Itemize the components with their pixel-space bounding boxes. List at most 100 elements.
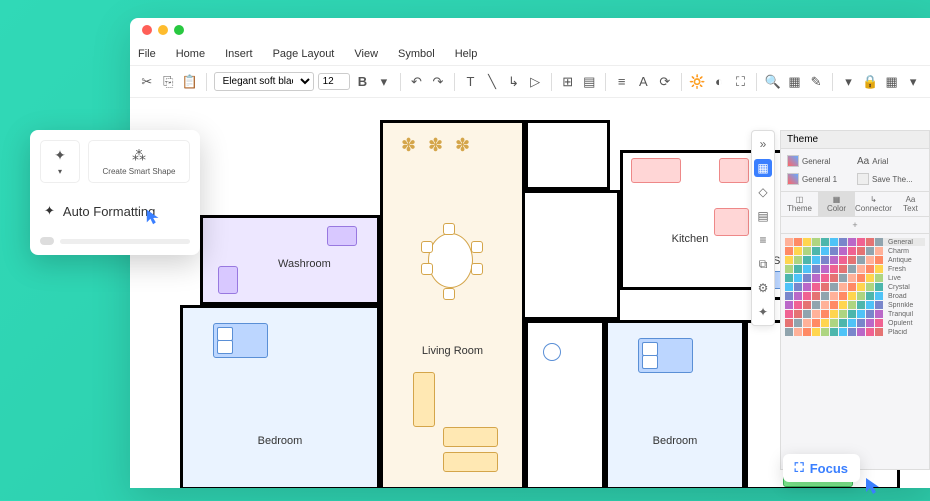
menu-page-layout[interactable]: Page Layout [273,48,335,60]
more1-icon[interactable]: ▾ [840,73,858,91]
palette-row[interactable]: Fresh [785,265,925,273]
theme-preset[interactable]: General [785,153,853,169]
minimize-window-icon[interactable] [158,25,168,35]
menu-help[interactable]: Help [455,48,478,60]
menu-home[interactable]: Home [176,48,205,60]
sink [327,226,357,246]
dup-tool-icon[interactable]: ⧉ [754,255,772,273]
hallway[interactable] [525,320,605,488]
lock-icon[interactable]: 🔒 [861,73,879,91]
crop-icon[interactable]: ⛶ [732,73,750,91]
plant-icon: ✽ [455,135,470,156]
palette-name: Opulent [888,320,925,327]
palette-name: Crystal [888,284,925,291]
redo-icon[interactable]: ↷ [429,73,447,91]
room-kitchen[interactable]: Kitchen [620,150,760,290]
vertical-toolbar: » ▦ ◇ ▤ ≡ ⧉ ⚙ ✦ [751,130,775,326]
font-size-input[interactable] [318,73,350,90]
theme-panel: Theme General AaArial General 1 Save The… [780,130,930,470]
palette-name: Tranquil [888,311,925,318]
palette-row[interactable]: Opulent [785,319,925,327]
format-slider[interactable] [40,237,190,245]
chair [443,223,455,235]
spark-button[interactable]: ✦▾ [40,140,80,183]
group-icon[interactable]: ⊞ [559,73,577,91]
room-void[interactable] [525,120,610,190]
palette-row[interactable]: Broad [785,292,925,300]
room-washroom[interactable]: Washroom [200,215,380,305]
copy-icon[interactable]: ⎘ [160,73,178,91]
paste-icon[interactable]: 📋 [181,73,199,91]
menu-view[interactable]: View [354,48,378,60]
plant-icon: ✽ [401,135,416,156]
shadow-icon[interactable]: ◐ [710,73,728,91]
chair [471,263,483,275]
undo-icon[interactable]: ↶ [408,73,426,91]
pen-icon[interactable]: ✎ [807,73,825,91]
palette-row[interactable]: Crystal [785,283,925,291]
auto-formatting-button[interactable]: ✦ Auto Formatting [40,195,190,227]
shape-tool-icon[interactable]: ◇ [754,183,772,201]
tab-text[interactable]: AaText [892,192,929,216]
bold-icon[interactable]: B [354,73,372,91]
connector-icon[interactable]: ↳ [505,73,523,91]
pointer-icon[interactable]: ▷ [526,73,544,91]
create-smart-shape-button[interactable]: ⁂Create Smart Shape [88,140,190,183]
align-icon[interactable]: ≡ [613,73,631,91]
fill-icon[interactable]: 🔆 [689,73,707,91]
focus-button[interactable]: ⛶ Focus [783,454,860,482]
text-icon[interactable]: T [462,73,480,91]
theme-preset[interactable]: General 1 [785,171,853,187]
palette-row[interactable]: Sprinkle [785,301,925,309]
room-bedroom-2[interactable]: Bedroom [605,320,745,488]
menu-insert[interactable]: Insert [225,48,253,60]
cut-icon[interactable]: ✂ [138,73,156,91]
menu-file[interactable]: File [138,48,156,60]
font-select[interactable]: Elegant soft black [214,72,314,91]
counter [631,158,681,183]
add-theme-button[interactable]: + [781,217,929,234]
palette-row[interactable]: Live [785,274,925,282]
sofa [443,427,498,447]
palette-row[interactable]: General [785,238,925,246]
settings-tool-icon[interactable]: ⚙ [754,279,772,297]
corridor[interactable] [525,190,620,320]
palette-row[interactable]: Antique [785,256,925,264]
line-icon[interactable]: ╲ [483,73,501,91]
align-tool-icon[interactable]: ≡ [754,231,772,249]
bed [213,323,268,358]
palette-row[interactable]: Placid [785,328,925,336]
room-living[interactable]: ✽ ✽ ✽ Living Room [380,120,525,488]
tab-color[interactable]: ▦Color [818,192,855,216]
rotate-icon[interactable]: ⟳ [656,73,674,91]
chair [421,241,433,253]
color-icon[interactable]: ▾ [375,73,393,91]
palette-name: Antique [888,257,925,264]
maximize-window-icon[interactable] [174,25,184,35]
theme-preset-list: General AaArial General 1 Save The... [781,149,929,191]
palette-row[interactable]: Tranquil [785,310,925,318]
room-label: Bedroom [653,435,698,447]
palette-name: Placid [888,329,925,336]
expand-icon[interactable]: » [754,135,772,153]
font2-icon[interactable]: A [635,73,653,91]
style-tool-icon[interactable]: ✦ [754,303,772,321]
theme-preset[interactable]: Save The... [855,171,923,187]
palette-name: Charm [888,248,925,255]
theme-preset[interactable]: AaArial [855,153,923,169]
stool [543,343,561,361]
grid-tool-icon[interactable]: ▦ [754,159,772,177]
more2-icon[interactable]: ▦ [883,73,901,91]
titlebar [130,18,930,42]
tab-theme[interactable]: ◫Theme [781,192,818,216]
layer-tool-icon[interactable]: ▤ [754,207,772,225]
palette-row[interactable]: Charm [785,247,925,255]
menu-symbol[interactable]: Symbol [398,48,435,60]
more3-icon[interactable]: ▾ [904,73,922,91]
grid-icon[interactable]: ▦ [786,73,804,91]
room-bedroom-1[interactable]: Bedroom [180,305,380,488]
tab-connector[interactable]: ↳Connector [855,192,892,216]
close-window-icon[interactable] [142,25,152,35]
zoom-icon[interactable]: 🔍 [764,73,782,91]
layers-icon[interactable]: ▤ [580,73,598,91]
